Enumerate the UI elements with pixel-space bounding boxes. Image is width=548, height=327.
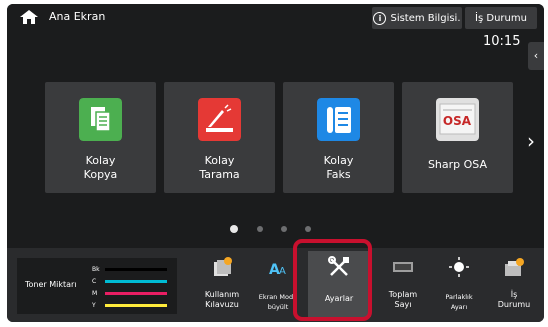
- toner-bar-magenta: [105, 292, 167, 295]
- toner-bar-yellow: [105, 304, 167, 307]
- job-status-button[interactable]: İş Durumu: [465, 7, 537, 29]
- clock: 10:15: [483, 34, 521, 49]
- tile-label: Kolay Faks: [323, 154, 354, 181]
- tile-easy-copy[interactable]: Kolay Kopya: [45, 82, 156, 193]
- tile-label: Kolay Kopya: [83, 154, 118, 181]
- page-dot[interactable]: [281, 226, 287, 232]
- manual-icon: [214, 257, 232, 276]
- job-status-label: İş Durumu: [475, 12, 527, 24]
- sharp-osa-icon: OSA: [436, 98, 479, 141]
- toner-bar-black: [105, 268, 167, 271]
- side-panel-toggle[interactable]: ‹: [528, 42, 544, 70]
- toner-label: M: [92, 290, 98, 297]
- bottom-bar: Toner Miktarı Bk C M Y Kullanım Kılavuzu …: [7, 248, 544, 322]
- page-dot[interactable]: [305, 226, 311, 232]
- button-label: İş Durumu: [497, 290, 531, 309]
- tile-easy-fax[interactable]: Kolay Faks: [283, 82, 394, 193]
- fax-icon: [317, 98, 360, 141]
- settings-highlight-frame: [293, 239, 372, 321]
- next-page-arrow[interactable]: ›: [527, 129, 535, 153]
- home-icon[interactable]: [19, 9, 39, 25]
- tile-sharp-osa[interactable]: OSA Sharp OSA: [402, 82, 513, 193]
- total-count-button[interactable]: Toplam Sayı: [375, 256, 431, 320]
- page-dot-active[interactable]: [230, 225, 238, 233]
- toner-bar-cyan: [105, 280, 167, 283]
- home-screen: Ana Ekran i Sistem Bilgisi. İş Durumu 10…: [7, 4, 544, 322]
- display-mode-icon: A A: [269, 262, 286, 278]
- page-dot[interactable]: [257, 226, 263, 232]
- brightness-icon: [449, 257, 469, 277]
- job-status-icon: [505, 258, 524, 276]
- page-title: Ana Ekran: [49, 10, 106, 23]
- job-status-bottom-button[interactable]: İş Durumu: [486, 256, 542, 320]
- button-label: Toplam Sayı: [388, 290, 418, 309]
- tile-label: Sharp OSA: [427, 158, 488, 171]
- system-info-button[interactable]: i Sistem Bilgisi.: [372, 7, 462, 29]
- counter-icon: [393, 262, 413, 272]
- tile-label: Kolay Tarama: [199, 154, 240, 181]
- copy-icon: [79, 98, 122, 141]
- info-icon: i: [373, 11, 387, 25]
- scan-icon: [198, 98, 241, 141]
- svg-text:A: A: [279, 266, 286, 277]
- tile-easy-scan[interactable]: Kolay Tarama: [164, 82, 275, 193]
- toner-label: C: [92, 278, 97, 285]
- button-label: Parlaklık Ayarı: [445, 293, 473, 311]
- user-manual-button[interactable]: Kullanım Kılavuzu: [194, 256, 250, 320]
- toner-label: Bk: [92, 266, 100, 273]
- top-bar: Ana Ekran i Sistem Bilgisi. İş Durumu: [7, 4, 544, 30]
- toner-title: Toner Miktarı: [25, 280, 77, 289]
- toner-level-panel[interactable]: Toner Miktarı Bk C M Y: [17, 258, 177, 314]
- svg-text:OSA: OSA: [443, 114, 472, 128]
- button-label: Kullanım Kılavuzu: [204, 290, 240, 309]
- system-info-label: Sistem Bilgisi.: [390, 12, 461, 24]
- toner-label: Y: [92, 302, 96, 309]
- brightness-button[interactable]: Parlaklık Ayarı: [431, 256, 487, 320]
